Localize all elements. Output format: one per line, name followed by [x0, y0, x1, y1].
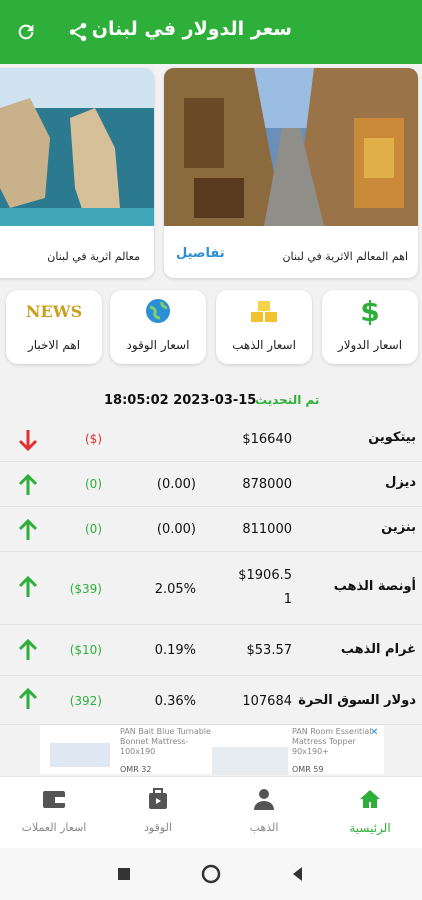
- card-caption: اهم المعالم الاثرية في لبنان: [282, 250, 408, 263]
- tile-label: اسعار الدولار: [337, 338, 403, 352]
- table-row[interactable]: بيتكوين $16640 ($): [0, 418, 422, 462]
- table-row[interactable]: بنزين 811000 (0.00) (0): [0, 508, 422, 552]
- app-bar: سعر الدولار في لبنان: [0, 0, 422, 64]
- nav-home[interactable]: الرئيسية: [320, 777, 420, 849]
- nav-label: الذهب: [249, 821, 279, 834]
- tile-label: اسعار الذهب: [232, 338, 296, 352]
- tile-label: اسعار الوقود: [126, 338, 190, 352]
- row-name: غرام الذهب: [340, 642, 416, 657]
- row-name: بيتكوين: [368, 430, 416, 445]
- old-market-street-photo: [164, 68, 418, 226]
- ad-close-icon[interactable]: ✕: [370, 727, 382, 739]
- row-name: ديزل: [385, 475, 416, 490]
- row-change: (0): [85, 477, 102, 491]
- update-label: تم التحديث: [255, 393, 320, 407]
- row-change: (0): [85, 522, 102, 536]
- ad-left-price: OMR 32: [120, 765, 152, 774]
- arrow-up-icon: [18, 518, 38, 540]
- arrow-up-icon: [18, 473, 38, 495]
- row-price: $53.57: [246, 643, 293, 658]
- row-price: $1906.5: [238, 568, 292, 583]
- home-button-icon[interactable]: [201, 864, 221, 884]
- carousel-card-landmarks[interactable]: اهم المعالم الاثرية في لبنان تفاصيل: [164, 68, 418, 278]
- row-name: دولار السوق الحرة: [298, 693, 416, 708]
- update-status: تم التحديث 18:05:02 2023-03-15: [0, 392, 422, 412]
- update-timestamp: 18:05:02 2023-03-15: [104, 393, 257, 408]
- bag-icon: [108, 787, 208, 813]
- table-row[interactable]: دولار السوق الحرة 107684 0.36% (392): [0, 677, 422, 725]
- arrow-up-icon: [18, 575, 38, 597]
- nav-label: الوقود: [144, 821, 172, 834]
- refresh-icon[interactable]: [12, 18, 40, 46]
- home-icon: [320, 787, 420, 813]
- details-link[interactable]: تفاصيل: [176, 246, 225, 261]
- row-change: (392): [69, 694, 102, 708]
- row-percent: (0.00): [156, 477, 196, 492]
- table-row[interactable]: ديزل 878000 (0.00) (0): [0, 463, 422, 507]
- row-change: ($): [85, 432, 102, 446]
- row-name: بنزين: [381, 520, 416, 535]
- ad-banner[interactable]: PAN Bait Blue Turnable Bonnet Mattress-1…: [40, 724, 384, 775]
- tile-label: اهم الاخبار: [27, 338, 81, 352]
- card-caption: معالم اثرية في لبنان: [47, 250, 140, 263]
- carousel-card-rocks[interactable]: معالم اثرية في لبنان: [0, 68, 154, 278]
- category-menu: $ اسعار الدولار اسعار الذهب اسعار الوقود…: [0, 290, 422, 366]
- system-navigation: [0, 848, 422, 900]
- arrow-up-icon: [18, 687, 38, 709]
- arrow-up-icon: [18, 638, 38, 660]
- row-percent: 0.36%: [154, 694, 196, 709]
- row-price: $16640: [242, 432, 292, 447]
- row-percent: 0.19%: [154, 643, 196, 658]
- back-icon[interactable]: [288, 864, 308, 884]
- share-icon[interactable]: [64, 18, 92, 46]
- table-row[interactable]: أونصة الذهب $1906.5 1 2.05% ($39): [0, 553, 422, 625]
- row-price-wrap: 1: [283, 592, 292, 607]
- row-percent: 2.05%: [154, 582, 196, 597]
- row-change: ($10): [69, 643, 102, 657]
- row-price: 878000: [242, 477, 292, 492]
- bottom-navigation: الرئيسية الذهب الوقود اسعار العملات: [0, 776, 422, 848]
- ad-left-text: PAN Bait Blue Turnable Bonnet Mattress-1…: [120, 727, 211, 756]
- wallet-icon: [4, 787, 104, 813]
- ad-right-text: PAN Room Essential Mattress Topper 90x19…: [292, 727, 372, 756]
- tile-fuel-prices[interactable]: اسعار الوقود: [110, 290, 206, 364]
- table-row[interactable]: غرام الذهب $53.57 0.19% ($10): [0, 626, 422, 676]
- ad-right-price: OMR 59: [292, 765, 324, 774]
- tile-news[interactable]: NEWS اهم الاخبار: [6, 290, 102, 364]
- news-icon: NEWS: [25, 301, 83, 321]
- gold-bars-icon: [216, 296, 312, 326]
- dollar-icon: $: [360, 294, 380, 328]
- ad-bedroom-image: [212, 747, 288, 775]
- row-price: 107684: [242, 694, 292, 709]
- app-title: سعر الدولار في لبنان: [91, 18, 292, 40]
- globe-icon: [110, 296, 206, 326]
- nav-fuel[interactable]: الوقود: [108, 777, 208, 849]
- ad-mattress-image: [50, 743, 110, 767]
- tile-gold-prices[interactable]: اسعار الذهب: [216, 290, 312, 364]
- nav-label: الرئيسية: [349, 821, 391, 835]
- row-change: ($39): [69, 582, 102, 596]
- row-percent: (0.00): [156, 522, 196, 537]
- person-icon: [214, 787, 314, 813]
- row-price: 811000: [242, 522, 292, 537]
- nav-label: اسعار العملات: [21, 821, 87, 834]
- featured-carousel[interactable]: اهم المعالم الاثرية في لبنان تفاصيل معال…: [0, 68, 422, 280]
- nav-currency-prices[interactable]: اسعار العملات: [4, 777, 104, 849]
- raouche-rocks-photo: [0, 68, 154, 226]
- row-name: أونصة الذهب: [333, 579, 416, 594]
- recents-icon[interactable]: [114, 864, 134, 884]
- arrow-down-icon: [18, 430, 38, 452]
- tile-dollar-prices[interactable]: $ اسعار الدولار: [322, 290, 418, 364]
- nav-gold[interactable]: الذهب: [214, 777, 314, 849]
